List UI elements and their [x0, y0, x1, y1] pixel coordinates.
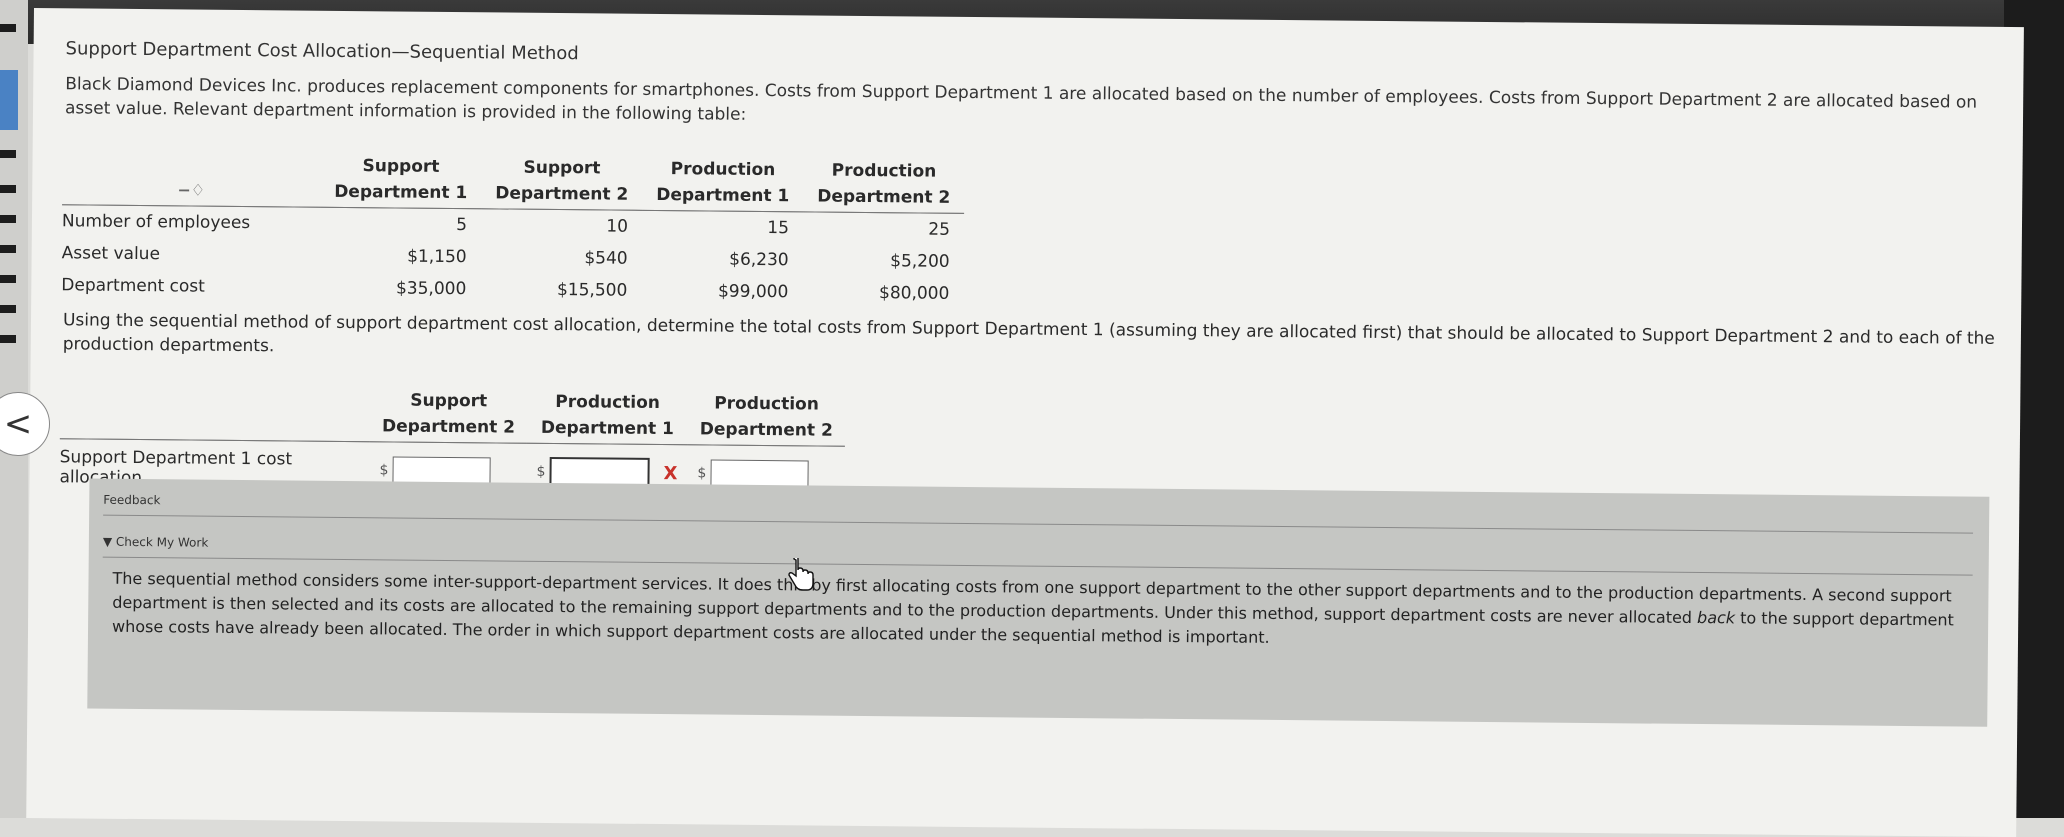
table-cell: $540	[584, 248, 628, 269]
row-label: Asset value	[61, 243, 161, 265]
table-cell: $6,230	[729, 249, 789, 271]
answer-blank-header	[59, 382, 371, 442]
table-cell: $1,150	[407, 246, 467, 268]
feedback-panel: Feedback ▼ Check My Work The sequential …	[87, 478, 1990, 727]
sidebar-marker	[0, 275, 16, 283]
col-header: Production Department 1	[642, 153, 804, 212]
table-cell: 5	[456, 215, 468, 236]
table-cell: $80,000	[878, 283, 950, 304]
table-cell: $5,200	[890, 251, 950, 272]
question-text: Using the sequential method of support d…	[62, 310, 1995, 357]
col-header: Production Department 2	[803, 155, 965, 214]
table-cell: $15,500	[556, 280, 628, 301]
col-header: Support Department 2	[369, 385, 528, 444]
sidebar-highlight	[0, 70, 18, 130]
col-header: Support Department 1	[320, 150, 482, 209]
problem-sheet: Support Department Cost Allocation—Seque…	[26, 8, 2024, 837]
col-header: Production Department 2	[687, 388, 846, 447]
table-cell: 15	[767, 218, 790, 239]
table-pin-header: −♢	[62, 148, 321, 208]
feedback-label: Feedback	[103, 492, 161, 508]
incorrect-x-icon: X	[663, 462, 678, 484]
row-label: Number of employees	[61, 211, 251, 234]
sidebar-marker	[0, 245, 16, 253]
divider	[103, 514, 1974, 534]
table-cell: $99,000	[717, 281, 789, 303]
check-my-work-toggle[interactable]: ▼ Check My Work	[103, 535, 209, 550]
feedback-text: The sequential method considers some int…	[111, 568, 1954, 647]
currency-symbol: $	[536, 463, 546, 480]
emphasis-text: back	[1697, 607, 1736, 628]
department-info-table: −♢ Support Department 1 Support Department…	[61, 148, 965, 310]
table-cell: $35,000	[395, 278, 467, 300]
col-header: Support Department 2	[481, 152, 643, 211]
sidebar-marker	[0, 185, 16, 193]
page-title: Support Department Cost Allocation—Seque…	[65, 38, 579, 65]
col-header: Production Department 1	[526, 386, 689, 445]
pin-icon[interactable]: −♢	[177, 180, 205, 199]
currency-symbol: $	[697, 465, 707, 482]
chevron-left-icon: <	[3, 404, 33, 444]
row-label: Department cost	[61, 275, 205, 297]
hand-cursor-icon	[788, 558, 814, 591]
currency-symbol: $	[379, 462, 389, 479]
sidebar-marker	[0, 305, 16, 313]
sidebar-marker	[0, 335, 16, 343]
sidebar-marker	[0, 215, 16, 223]
table-cell: 25	[928, 219, 951, 240]
problem-intro: Black Diamond Devices Inc. produces repl…	[64, 74, 1978, 125]
sidebar-marker	[0, 24, 16, 32]
table-cell: 10	[606, 216, 629, 237]
sidebar-marker	[0, 150, 16, 158]
